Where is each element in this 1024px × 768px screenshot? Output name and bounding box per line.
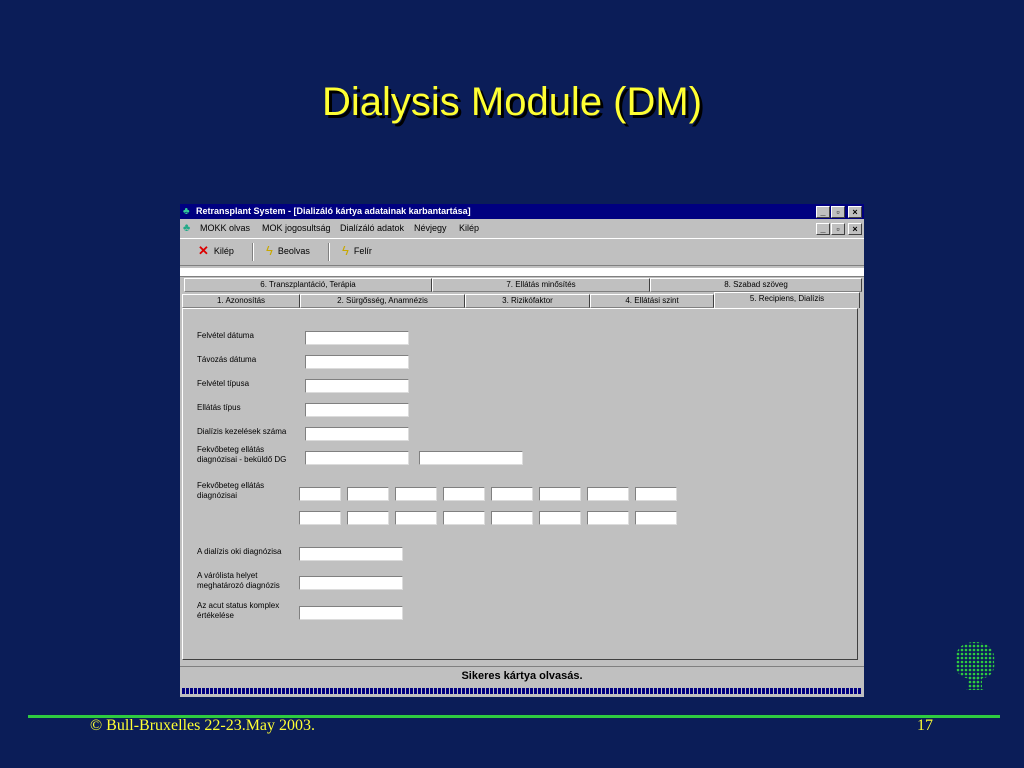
felvetel-tipusa-field[interactable]	[305, 379, 409, 393]
diagnosis-code-field[interactable]	[395, 487, 437, 501]
status-bar: Sikeres kártya olvasás.	[180, 666, 864, 685]
label-ellatas-tipus: Ellátás típus	[197, 403, 241, 412]
ellatas-tipus-field[interactable]	[305, 403, 409, 417]
close-button[interactable]: ×	[848, 206, 862, 218]
diagnosis-code-field[interactable]	[347, 511, 389, 525]
label-dializis-kezelesek: Dialízis kezelések száma	[197, 427, 287, 436]
kilep-button[interactable]: ✕ Kilép	[198, 243, 234, 258]
page-number: 17	[917, 717, 933, 734]
tab-szabad-szoveg[interactable]: 8. Szabad szöveg	[650, 278, 862, 292]
progress-bar	[180, 685, 864, 697]
diagnosis-code-field[interactable]	[443, 487, 485, 501]
felvetel-datuma-field[interactable]	[305, 331, 409, 345]
tab-ellatasi-szint[interactable]: 4. Ellátási szint	[590, 294, 714, 308]
status-message: Sikeres kártya olvasás.	[461, 670, 583, 682]
tavozas-datuma-field[interactable]	[305, 355, 409, 369]
menu-item-mok-jogosultsag[interactable]: MOK jogosultság	[262, 223, 331, 233]
diagnosis-code-field[interactable]	[635, 487, 677, 501]
menu-bar: ♣ MOKK olvas MOK jogosultság Dialízáló a…	[180, 220, 864, 236]
kilep-label: Kilép	[213, 246, 234, 256]
toolbar-strip	[180, 268, 864, 277]
window-title: Retransplant System - [Dializáló kártya …	[196, 206, 471, 216]
diagnosis-code-field[interactable]	[491, 487, 533, 501]
diagnosis-code-field[interactable]	[299, 487, 341, 501]
bekuldo-dg-field-2[interactable]	[419, 451, 523, 465]
window-controls: _ ▫ ×	[816, 206, 862, 218]
diagnosis-code-field[interactable]	[539, 511, 581, 525]
app-window: ♣ Retransplant System - [Dializáló kárty…	[180, 204, 864, 697]
diagnosis-code-field[interactable]	[299, 511, 341, 525]
tab-azonositas[interactable]: 1. Azonosítás	[182, 294, 300, 308]
label-bekuldo-dg: Fekvőbeteg ellátás diagnózisai - beküldő…	[197, 445, 287, 464]
lightning-icon: ϟ	[342, 243, 349, 258]
tree-icon: ♣	[183, 222, 191, 234]
label-acut-status: Az acut status komplex értékelése	[197, 601, 280, 620]
menu-item-nevjegy[interactable]: Névjegy	[414, 223, 447, 233]
toolbar-separator	[252, 243, 254, 261]
menu-item-mokk-olvas[interactable]: MOKK olvas	[200, 223, 250, 233]
toolbar-separator	[328, 243, 330, 261]
tab-transzplantacio[interactable]: 6. Transzplantáció, Terápia	[184, 278, 432, 292]
child-restore-button[interactable]: ▫	[831, 223, 845, 235]
lightning-icon: ϟ	[266, 243, 273, 258]
diagnosis-code-field[interactable]	[635, 511, 677, 525]
minimize-button[interactable]: _	[816, 206, 830, 218]
footer-copyright: © Bull-Bruxelles 22-23.May 2003.	[90, 717, 316, 734]
slide-title: Dialysis Module (DM)	[321, 80, 703, 124]
diagnosis-code-field[interactable]	[587, 487, 629, 501]
tab-panel: Felvétel dátuma Távozás dátuma Felvétel …	[182, 308, 858, 660]
bekuldo-dg-field-1[interactable]	[305, 451, 409, 465]
beolvas-label: Beolvas	[277, 246, 310, 256]
menu-item-dializalo-adatok[interactable]: Dialízáló adatok	[340, 223, 404, 233]
dializis-kezelesek-field[interactable]	[305, 427, 409, 441]
oki-diagnozis-field[interactable]	[299, 547, 403, 561]
toolbar: ✕ Kilép ϟ Beolvas ϟ Felír	[180, 238, 864, 266]
close-x-icon: ✕	[198, 243, 209, 258]
diagnosis-code-field[interactable]	[347, 487, 389, 501]
label-varolista-diagnozis: A várólista helyet meghatározó diagnózis	[197, 571, 280, 590]
diagnosis-code-field[interactable]	[587, 511, 629, 525]
diagnosis-code-field[interactable]	[395, 511, 437, 525]
felir-label: Felír	[353, 246, 372, 256]
tree-logo-icon	[955, 642, 995, 690]
child-close-button[interactable]: ×	[848, 223, 862, 235]
label-felvetel-tipusa: Felvétel típusa	[197, 379, 250, 388]
label-felvetel-datuma: Felvétel dátuma	[197, 331, 254, 340]
tree-icon: ♣	[183, 206, 190, 217]
label-diagnozisai: Fekvőbeteg ellátás diagnózisai	[197, 481, 265, 500]
tab-surgosseg-anamnezis[interactable]: 2. Sürgősség, Anamnézis	[300, 294, 465, 308]
beolvas-button[interactable]: ϟ Beolvas	[266, 243, 310, 258]
menu-item-kilep[interactable]: Kilép	[459, 223, 479, 233]
tab-ellatas-minosites[interactable]: 7. Ellátás minősítés	[432, 278, 650, 292]
tab-rizikofaktor[interactable]: 3. Rizikófaktor	[465, 294, 590, 308]
window-titlebar[interactable]: ♣ Retransplant System - [Dializáló kárty…	[180, 204, 864, 219]
tab-recipiens-dializis[interactable]: 5. Recipiens, Dialízis	[714, 292, 860, 308]
label-oki-diagnozis: A dialízis oki diagnózisa	[197, 547, 282, 556]
varolista-diagnozis-field[interactable]	[299, 576, 403, 590]
felir-button[interactable]: ϟ Felír	[342, 243, 372, 258]
diagnosis-code-field[interactable]	[539, 487, 581, 501]
diagnosis-code-field[interactable]	[443, 511, 485, 525]
progress-fill	[182, 688, 862, 694]
restore-button[interactable]: ▫	[831, 206, 845, 218]
child-window-controls: _ ▫ ×	[816, 223, 862, 235]
label-tavozas-datuma: Távozás dátuma	[197, 355, 257, 364]
child-minimize-button[interactable]: _	[816, 223, 830, 235]
diagnosis-code-field[interactable]	[491, 511, 533, 525]
acut-status-field[interactable]	[299, 606, 403, 620]
